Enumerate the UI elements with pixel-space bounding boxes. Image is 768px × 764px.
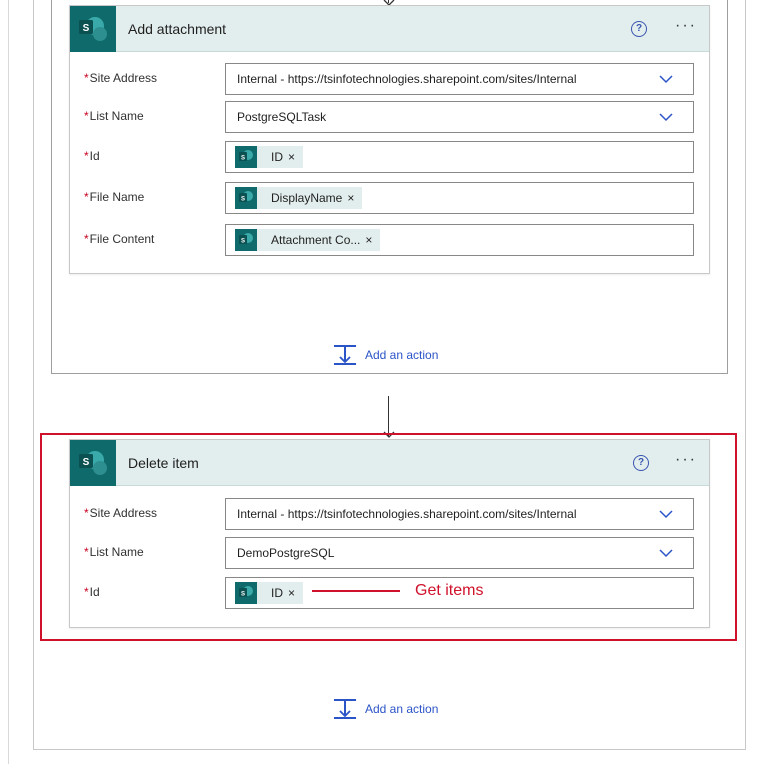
required-mark: * (84, 109, 89, 123)
add-action-label: Add an action (365, 702, 439, 716)
token-remove-icon[interactable]: × (347, 191, 354, 205)
required-mark: * (84, 232, 89, 246)
token-remove-icon[interactable]: × (288, 150, 295, 164)
help-circle-icon[interactable]: ? (631, 21, 647, 37)
file-content-input[interactable]: S Attachment Co... × (225, 224, 694, 256)
dynamic-content-token[interactable]: S Attachment Co... × (235, 229, 381, 251)
dynamic-content-token[interactable]: S ID × (235, 146, 304, 168)
token-label: Attachment Co... (271, 233, 361, 247)
add-attachment-card[interactable]: S Add attachment ? ··· *Site Address Int… (69, 5, 710, 274)
field-label: File Name (89, 190, 145, 204)
svg-text:S: S (241, 197, 245, 203)
required-mark: * (84, 149, 89, 163)
field-list-name: *List Name PostgreSQLTask (70, 101, 709, 135)
field-label: List Name (89, 109, 144, 123)
id-input[interactable]: S ID × (225, 141, 694, 173)
add-action-button[interactable]: Add an action (333, 698, 438, 720)
field-value: Internal - https://tsinfotechnologies.sh… (237, 72, 577, 86)
required-mark: * (84, 71, 89, 85)
field-label: Site Address (89, 71, 158, 85)
add-action-icon (334, 699, 356, 719)
add-attachment-header[interactable]: S Add attachment ? ··· (70, 6, 709, 52)
add-action-label: Add an action (365, 348, 439, 362)
canvas-left-rule (8, 0, 9, 764)
svg-text:S: S (241, 239, 245, 245)
field-label: Id (89, 149, 100, 163)
chevron-down-icon[interactable] (659, 110, 673, 124)
sharepoint-logo-icon: S (235, 146, 257, 168)
field-label: File Content (89, 232, 155, 246)
chevron-down-icon[interactable] (659, 72, 673, 86)
annotation-highlight-box (40, 433, 737, 641)
field-file-name: *File Name S DisplayName × (70, 182, 709, 216)
list-name-dropdown[interactable]: PostgreSQLTask (225, 101, 694, 133)
token-remove-icon[interactable]: × (365, 233, 372, 247)
field-file-content: *File Content S Attachment Co... × (70, 224, 709, 258)
required-mark: * (84, 190, 89, 204)
sharepoint-logo-icon: S (70, 6, 116, 52)
file-name-input[interactable]: S DisplayName × (225, 182, 694, 214)
site-address-dropdown[interactable]: Internal - https://tsinfotechnologies.sh… (225, 63, 694, 95)
add-action-button[interactable]: Add an action (333, 344, 438, 366)
token-label: DisplayName (271, 191, 343, 205)
field-site-address: *Site Address Internal - https://tsinfot… (70, 63, 709, 97)
add-action-icon (334, 345, 356, 365)
dynamic-content-token[interactable]: S DisplayName × (235, 187, 363, 209)
sharepoint-logo-icon: S (235, 187, 257, 209)
svg-text:S: S (241, 156, 245, 162)
connector-arrow-middle (388, 396, 389, 436)
card-title: Add attachment (128, 21, 227, 37)
token-label: ID (271, 150, 283, 164)
annotation-line (312, 590, 400, 592)
more-dots-icon[interactable]: ··· (675, 18, 697, 34)
field-id: *Id S ID × (70, 141, 709, 175)
sharepoint-logo-icon: S (235, 229, 257, 251)
svg-text:S: S (83, 23, 90, 34)
annotation-text: Get items (415, 582, 484, 599)
field-value: PostgreSQLTask (237, 110, 327, 124)
